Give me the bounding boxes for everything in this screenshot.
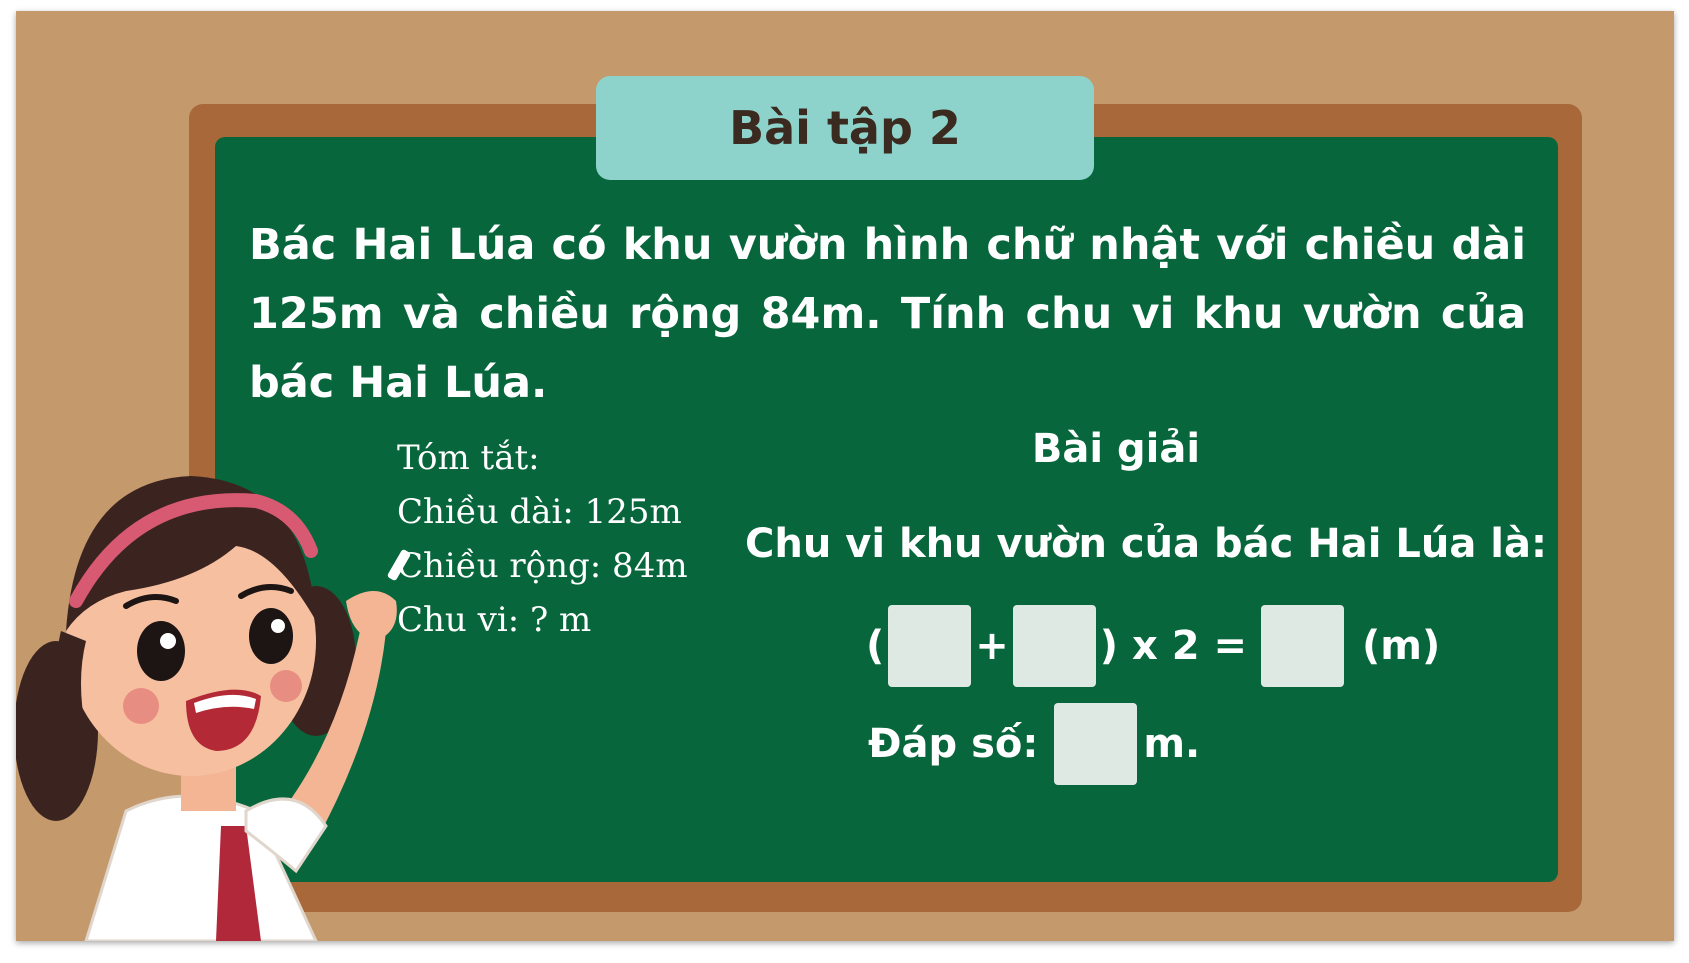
exercise-title: Bài tập 2 [729, 101, 961, 155]
answer-label: Đáp số: [868, 721, 1039, 767]
equation-row: ( + ) x 2 = (m) [862, 604, 1444, 688]
plus-sign: + [975, 623, 1009, 669]
open-paren: ( [866, 623, 885, 669]
summary-length: Chiều dài: 125m [397, 492, 682, 532]
summary-heading: Tóm tắt: [397, 438, 540, 478]
answer-row: Đáp số: m. [868, 702, 1200, 786]
slide: Bài tập 2 Bác Hai Lúa có khu vườn hình c… [16, 11, 1674, 941]
title-tab: Bài tập 2 [596, 76, 1094, 180]
summary-perimeter: Chu vi: ? m [397, 600, 592, 640]
summary-block: Tóm tắt: Chiều dài: 125m Chiều rộng: 84m… [397, 431, 688, 647]
times-two: ) x 2 = [1099, 623, 1248, 669]
answer-box-final[interactable] [1054, 703, 1138, 785]
solution-statement: Chu vi khu vườn của bác Hai Lúa là: [745, 521, 1547, 567]
answer-box-length[interactable] [888, 605, 972, 687]
problem-text: Bác Hai Lúa có khu vườn hình chữ nhật vớ… [249, 220, 1526, 408]
answer-unit: m. [1143, 721, 1201, 767]
summary-width: Chiều rộng: 84m [397, 546, 688, 586]
answer-box-width[interactable] [1012, 605, 1096, 687]
solution-heading: Bài giải [1031, 426, 1201, 472]
unit-label: (m) [1362, 623, 1441, 669]
answer-box-result[interactable] [1261, 605, 1345, 687]
girl-illustration [16, 476, 411, 941]
